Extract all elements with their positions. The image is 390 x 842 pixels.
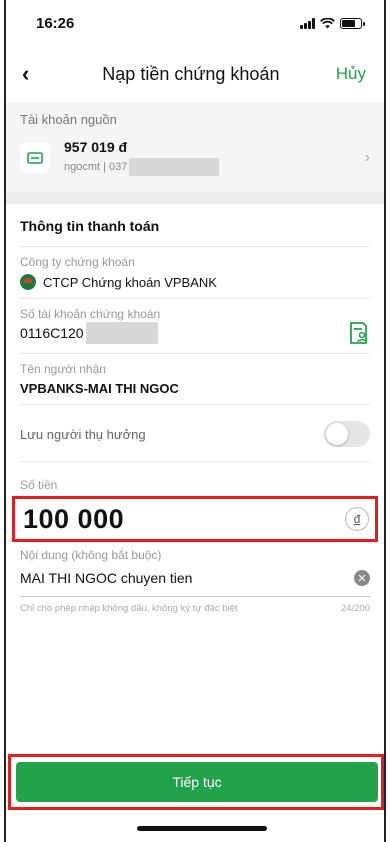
amount-label: Số tiền xyxy=(20,478,58,492)
source-sub: ngocmt | 037 xyxy=(64,158,365,176)
account-value: 0116C120 xyxy=(20,325,84,341)
account-field[interactable]: Số tài khoản chứng khoán 0116C120 xyxy=(20,299,370,354)
status-time: 16:26 xyxy=(36,14,75,32)
note-field: Nội dung (không bắt buộc) MAI THI NGOC c… xyxy=(20,542,370,614)
source-account-section: Tài khoản nguồn 957 019 đ ngocmt | 037 › xyxy=(6,102,384,192)
company-field[interactable]: Công ty chứng khoán CTCP Chứng khoán VPB… xyxy=(20,247,370,299)
company-value: CTCP Chứng khoán VPBANK xyxy=(43,274,217,290)
source-balance: 957 019 đ xyxy=(64,139,128,155)
source-label: Tài khoản nguồn xyxy=(20,112,117,127)
company-logo-icon xyxy=(20,274,36,290)
account-label: Số tài khoản chứng khoán xyxy=(20,307,161,321)
page-title: Nạp tiền chứng khoán xyxy=(102,63,280,84)
contact-book-icon[interactable] xyxy=(348,321,370,345)
home-indicator xyxy=(137,826,267,831)
note-hint: Chỉ cho phép nhập không dấu, không ký tự… xyxy=(20,603,238,614)
save-beneficiary-row: Lưu người thụ hưởng xyxy=(20,405,370,462)
cancel-button[interactable]: Hủy xyxy=(336,64,366,84)
toggle-knob xyxy=(326,423,348,445)
currency-icon[interactable]: đ xyxy=(345,507,369,531)
save-beneficiary-label: Lưu người thụ hưởng xyxy=(20,426,146,442)
status-icons xyxy=(300,17,365,29)
recipient-field: Tên người nhận VPBANKS-MAI THI NGOC xyxy=(20,354,370,405)
continue-button[interactable]: Tiếp tục xyxy=(16,762,378,802)
section-divider xyxy=(6,192,384,204)
chevron-right-icon: › xyxy=(364,148,370,166)
phone-frame: 16:26 ‹ Nạp tiền chứng khoán Hủy Tài kho… xyxy=(4,0,386,842)
battery-icon xyxy=(340,17,365,29)
amount-input[interactable]: 100 000 đ xyxy=(12,496,378,542)
back-button[interactable]: ‹ xyxy=(22,61,46,87)
note-counter: 24/200 xyxy=(340,603,370,614)
signal-icon xyxy=(300,17,315,29)
nav-bar: ‹ Nạp tiền chứng khoán Hủy xyxy=(6,46,384,102)
source-owner: ngocmt | 037 xyxy=(64,161,128,173)
masked-number xyxy=(129,158,220,176)
payment-header: Thông tin thanh toán xyxy=(20,204,370,247)
card-icon xyxy=(20,142,50,173)
masked-account xyxy=(85,322,158,344)
status-bar: 16:26 xyxy=(6,0,384,46)
source-account-selector[interactable]: 957 019 đ ngocmt | 037 › xyxy=(20,139,370,176)
clear-icon[interactable]: ✕ xyxy=(354,570,370,586)
amount-value: 100 000 xyxy=(23,503,125,534)
recipient-value: VPBANKS-MAI THI NGOC xyxy=(20,381,179,396)
note-input[interactable]: MAI THI NGOC chuyen tien ✕ xyxy=(20,562,370,597)
payment-form: Thông tin thanh toán Công ty chứng khoán… xyxy=(6,204,384,614)
note-value: MAI THI NGOC chuyen tien xyxy=(20,570,193,586)
company-label: Công ty chứng khoán xyxy=(20,255,135,269)
save-beneficiary-toggle[interactable] xyxy=(324,421,370,447)
recipient-label: Tên người nhận xyxy=(20,362,106,376)
source-info: 957 019 đ ngocmt | 037 xyxy=(64,139,365,176)
wifi-icon xyxy=(320,17,335,28)
note-label: Nội dung (không bắt buộc) xyxy=(20,548,162,562)
